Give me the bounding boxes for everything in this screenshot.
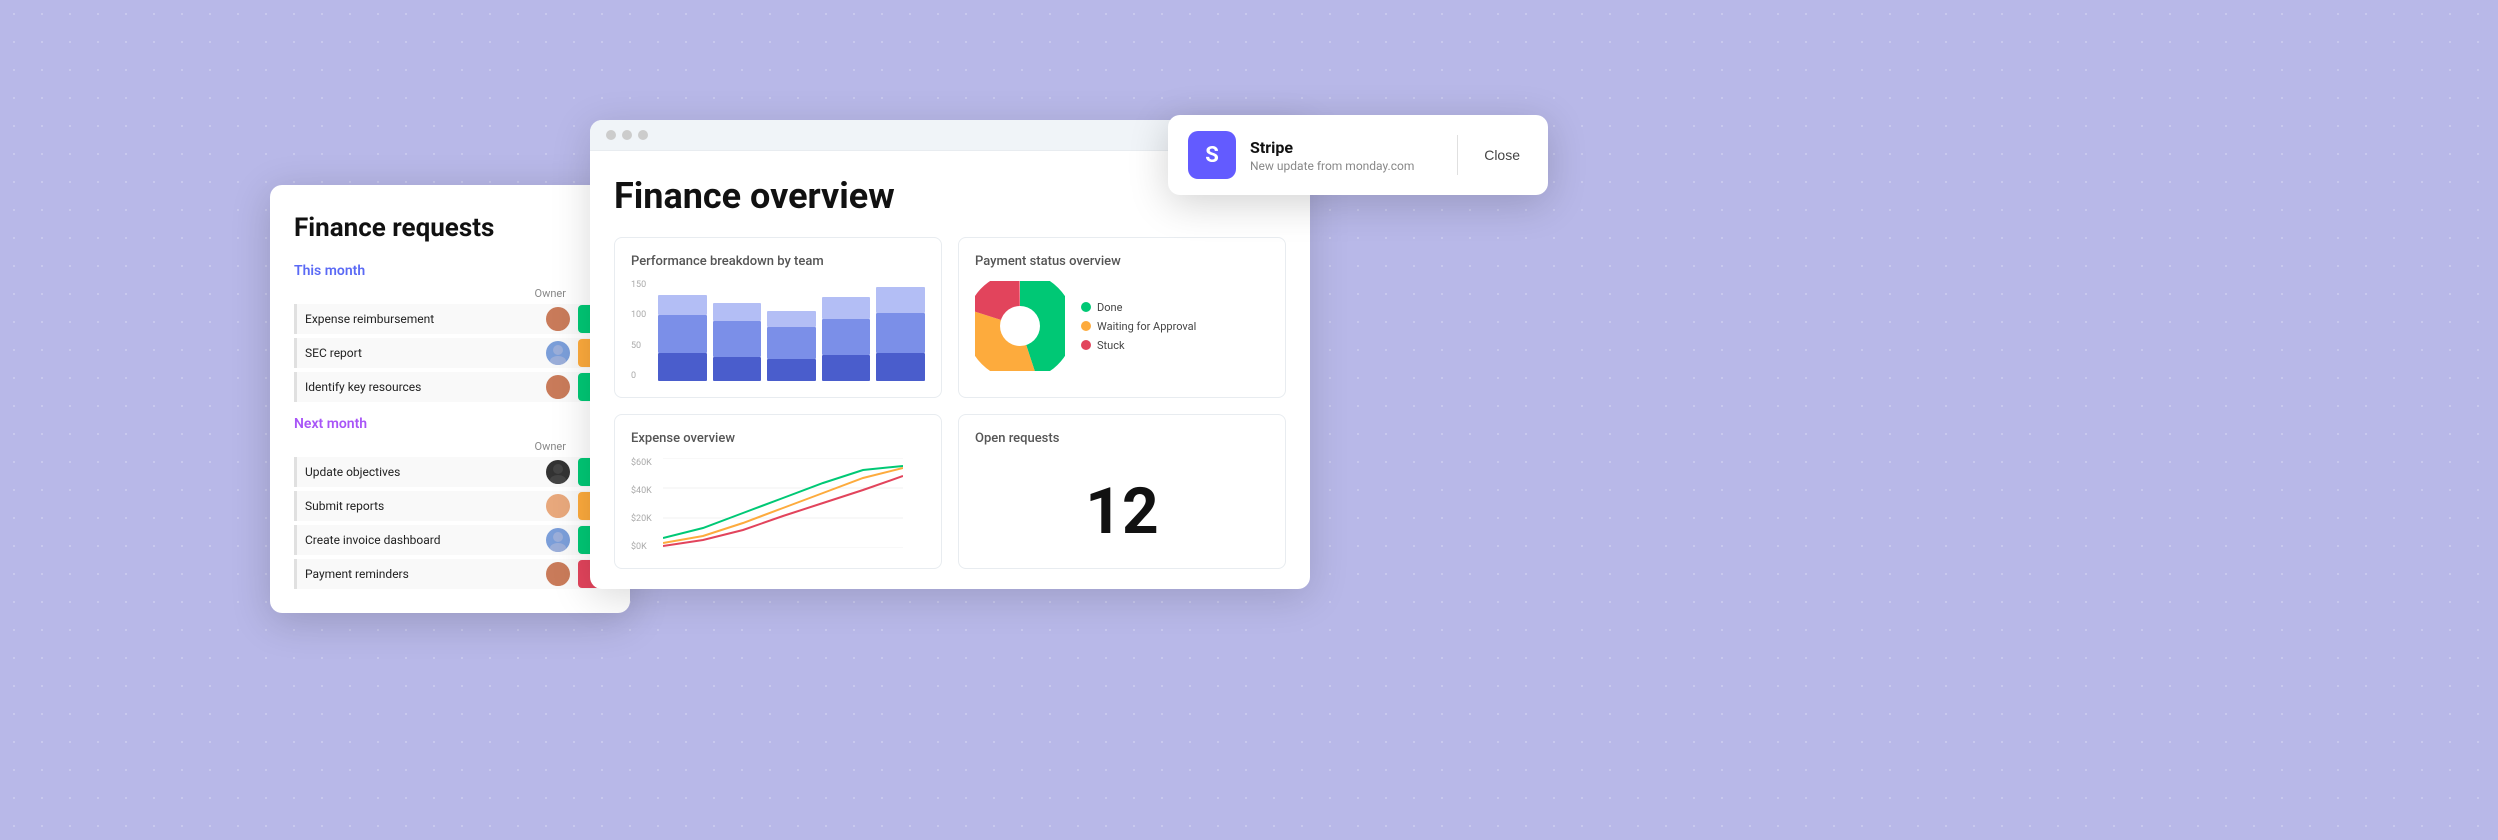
owner-header-1: Owner (294, 287, 606, 300)
bar-segment-bot (767, 359, 816, 381)
line-chart-svg (663, 458, 903, 548)
avatar (546, 460, 570, 484)
avatar (546, 528, 570, 552)
bar-segment-mid (822, 319, 871, 355)
bar-segment-top (876, 287, 925, 313)
task-name: Submit reports (297, 491, 546, 521)
legend-label-done: Done (1097, 301, 1122, 314)
next-month-label: Next month (294, 416, 606, 432)
charts-grid: Performance breakdown by team 150 100 50… (614, 237, 1286, 569)
open-requests-box: Open requests 12 (958, 414, 1286, 569)
legend-item-stuck: Stuck (1081, 339, 1196, 352)
bar-segment-top (713, 303, 762, 321)
task-name: Update objectives (297, 457, 546, 487)
titlebar-dot-3 (638, 130, 648, 140)
stripe-icon: S (1188, 131, 1236, 179)
legend-label-stuck: Stuck (1097, 339, 1125, 352)
stripe-message: New update from monday.com (1250, 159, 1439, 173)
pie-legend: Done Waiting for Approval Stuck (1081, 301, 1196, 352)
table-row: Submit reports (294, 491, 606, 521)
owner-header-2: Owner (294, 440, 606, 453)
titlebar-dot-2 (622, 130, 632, 140)
task-name: Identify key resources (297, 372, 546, 402)
bar-segment-top (658, 295, 707, 315)
legend-dot-orange (1081, 321, 1091, 331)
task-name: SEC report (297, 338, 546, 368)
legend-item-waiting: Waiting for Approval (1081, 320, 1196, 333)
bar-segment-mid (658, 315, 707, 353)
payment-status-chart-box: Payment status overview D (958, 237, 1286, 398)
close-button[interactable]: Close (1476, 143, 1528, 167)
finance-requests-title: Finance requests (294, 213, 606, 243)
bar-segment-bot (713, 357, 762, 381)
table-row: Create invoice dashboard (294, 525, 606, 555)
table-row: Expense reimbursement (294, 304, 606, 334)
open-requests-count: 12 (975, 458, 1269, 549)
bar-segment-mid (876, 313, 925, 353)
bars-wrapper (650, 281, 925, 381)
performance-chart-title: Performance breakdown by team (631, 254, 925, 269)
avatar (546, 341, 570, 365)
stripe-divider (1457, 135, 1458, 175)
bar-group (876, 287, 925, 381)
bar-segment-mid (713, 321, 762, 357)
table-row: SEC report (294, 338, 606, 368)
legend-item-done: Done (1081, 301, 1196, 314)
task-name: Expense reimbursement (297, 304, 546, 334)
bar-group (822, 297, 871, 381)
this-month-label: This month (294, 263, 606, 279)
titlebar-dot-1 (606, 130, 616, 140)
bar-segment-bot (876, 353, 925, 381)
avatar (546, 307, 570, 331)
table-row: Identify key resources (294, 372, 606, 402)
bar-group (713, 303, 762, 381)
line-chart-y-labels: $60K $40K $20K $0K (631, 458, 652, 552)
bar-segment-top (767, 311, 816, 327)
bar-segment-mid (767, 327, 816, 359)
open-requests-title: Open requests (975, 431, 1269, 446)
bar-segment-top (822, 297, 871, 319)
payment-status-title: Payment status overview (975, 254, 1269, 269)
finance-requests-card: Finance requests This month Owner Expens… (270, 185, 630, 613)
legend-dot-red (1081, 340, 1091, 350)
avatar (546, 562, 570, 586)
legend-dot-green (1081, 302, 1091, 312)
legend-label-waiting: Waiting for Approval (1097, 320, 1196, 333)
bar-segment-bot (658, 353, 707, 381)
performance-chart-box: Performance breakdown by team 150 100 50… (614, 237, 942, 398)
pie-chart-svg (975, 281, 1065, 371)
table-row: Payment reminders (294, 559, 606, 589)
bar-group (767, 311, 816, 381)
stripe-text: Stripe New update from monday.com (1250, 138, 1439, 173)
task-name: Create invoice dashboard (297, 525, 546, 555)
bar-chart-y-axis: 150 100 50 0 (631, 281, 646, 381)
avatar (546, 375, 570, 399)
bar-segment-bot (822, 355, 871, 381)
expense-overview-title: Expense overview (631, 431, 925, 446)
task-name: Payment reminders (297, 559, 546, 589)
expense-overview-chart-box: Expense overview $60K $40K $20K $0K (614, 414, 942, 569)
stripe-app-name: Stripe (1250, 138, 1439, 157)
pie-area: Done Waiting for Approval Stuck (975, 281, 1269, 371)
avatar (546, 494, 570, 518)
table-row: Update objectives (294, 457, 606, 487)
bar-group (658, 295, 707, 381)
stripe-notification: S Stripe New update from monday.com Clos… (1168, 115, 1548, 195)
